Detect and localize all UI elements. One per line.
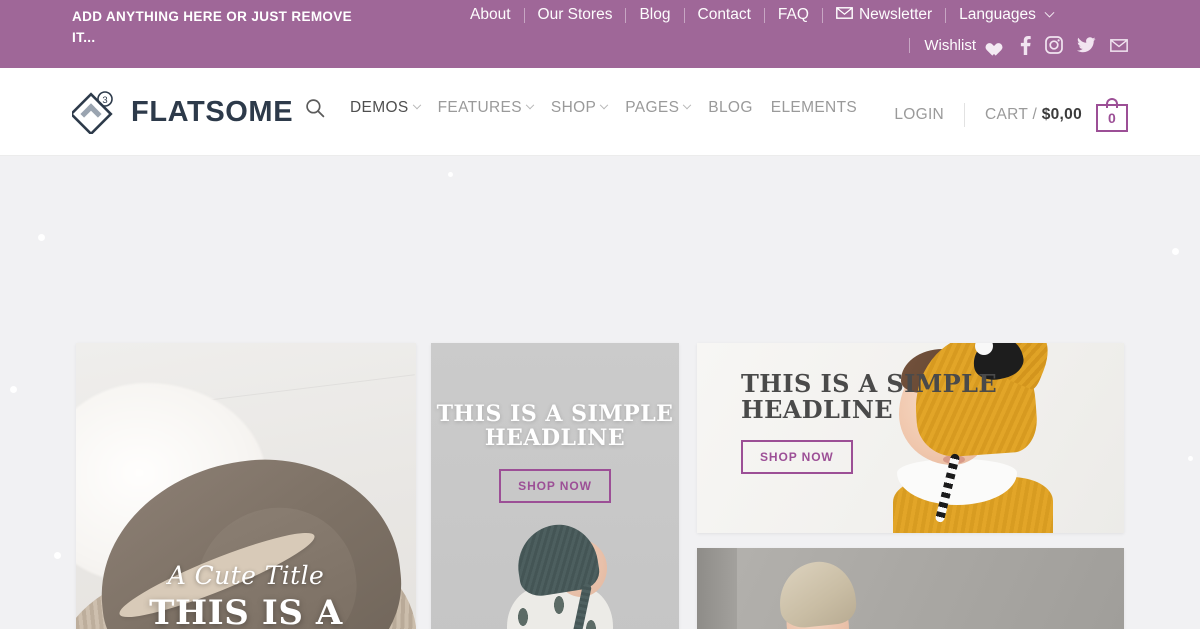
chevron-down-icon	[683, 100, 692, 110]
nav-item-shop[interactable]: SHOP	[542, 99, 616, 117]
search-icon[interactable]	[305, 98, 325, 118]
instagram-icon[interactable]	[1045, 36, 1063, 54]
top-nav-item-faq[interactable]: FAQ	[778, 6, 809, 24]
nav-divider	[523, 7, 525, 23]
top-secondary-bar: Wishlist	[909, 34, 1128, 56]
hero-top-right-headline: THIS IS A SIMPLE HEADLINE	[741, 369, 998, 425]
hero-banner-middle[interactable]: THIS IS A SIMPLE HEADLINE SHOP NOW	[431, 343, 679, 629]
cart-count-badge: 0	[1096, 104, 1128, 132]
nav-divider	[763, 7, 765, 23]
cart-link[interactable]: CART / $0,00	[985, 106, 1082, 124]
cart-amount: $0,00	[1041, 106, 1082, 123]
top-nav-item-about[interactable]: About	[470, 6, 511, 24]
hero-middle-headline: THIS IS A SIMPLE HEADLINE	[436, 401, 674, 451]
chevron-down-icon	[600, 100, 609, 110]
header-actions: LOGIN CART / $0,00 0	[894, 98, 1128, 132]
nav-label-shop: SHOP	[550, 99, 597, 116]
social-links	[1020, 35, 1128, 55]
hero-banner-top-right[interactable]: THIS IS A SIMPLE HEADLINE SHOP NOW	[697, 343, 1124, 533]
twitter-icon[interactable]	[1077, 37, 1096, 53]
hero-left-headline: THIS IS A SIMPLE HEADLINE	[149, 592, 343, 629]
site-logo[interactable]: 3 FLATSOME	[69, 90, 294, 136]
hero-top-right-shop-now-button[interactable]: SHOP NOW	[741, 439, 853, 474]
nav-item-features[interactable]: FEATURES	[429, 99, 542, 117]
promo-text: ADD ANYTHING HERE OR JUST REMOVE IT...	[72, 9, 352, 45]
cart-bag-icon[interactable]: 0	[1096, 98, 1128, 132]
top-nav-label-languages: Languages	[959, 6, 1036, 23]
logo-wordmark: FLATSOME	[131, 95, 294, 128]
top-nav-item-blog[interactable]: Blog	[639, 6, 670, 24]
top-nav-label-newsletter: Newsletter	[858, 6, 933, 23]
nav-item-demos[interactable]: DEMOS	[341, 99, 429, 117]
facebook-icon[interactable]	[1020, 35, 1031, 55]
chevron-down-icon	[1044, 7, 1055, 18]
envelope-icon	[836, 6, 853, 24]
top-nav-item-languages[interactable]: Languages	[959, 6, 1055, 24]
nav-item-pages[interactable]: PAGES	[616, 99, 699, 117]
hero-section: A Cute Title THIS IS A SIMPLE HEADLINE A…	[0, 156, 1200, 629]
cart-label: CART /	[985, 106, 1038, 123]
nav-divider	[945, 7, 947, 23]
logo-badge-number: 3	[102, 95, 107, 106]
flatsome-diamond-icon: 3	[69, 90, 118, 136]
heart-icon	[983, 38, 998, 52]
hero-banner-bottom-right[interactable]: SALE ENDS SOON 32 WEEKS 4 DAYS 20 HOURS …	[697, 548, 1124, 629]
hero-left-eyebrow: A Cute Title	[167, 560, 325, 590]
login-link[interactable]: LOGIN	[894, 106, 944, 124]
top-nav-item-our-stores[interactable]: Our Stores	[538, 6, 613, 24]
top-nav-item-newsletter[interactable]: Newsletter	[836, 6, 932, 24]
nav-divider	[683, 7, 685, 23]
nav-item-blog[interactable]: BLOG	[699, 99, 761, 117]
nav-divider	[909, 37, 911, 53]
toddler-overalls-figure	[727, 558, 907, 629]
nav-label-pages: PAGES	[625, 99, 680, 116]
wishlist-label: Wishlist	[924, 36, 976, 54]
divider	[964, 103, 966, 127]
hero-banner-left[interactable]: A Cute Title THIS IS A SIMPLE HEADLINE A…	[76, 343, 416, 629]
chevron-down-icon	[525, 100, 535, 110]
nav-divider	[821, 7, 823, 23]
hero-middle-shop-now-button[interactable]: SHOP NOW	[499, 468, 611, 503]
chevron-down-icon	[412, 100, 421, 110]
nav-divider	[625, 7, 627, 23]
nav-item-elements[interactable]: ELEMENTS	[762, 99, 866, 117]
top-nav-item-contact[interactable]: Contact	[698, 6, 751, 24]
site-header: 3 FLATSOME DEMOS FEATURES SHOP PAGES BLO…	[0, 68, 1200, 156]
top-utility-bar: ADD ANYTHING HERE OR JUST REMOVE IT... A…	[0, 0, 1200, 68]
email-icon[interactable]	[1110, 38, 1128, 52]
top-nav: About Our Stores Blog Contact FAQ Newsle…	[470, 4, 1055, 26]
toddler-figure	[479, 519, 647, 629]
wishlist-link[interactable]: Wishlist	[924, 37, 998, 54]
main-nav: DEMOS FEATURES SHOP PAGES BLOG ELEMENTS	[305, 98, 866, 118]
nav-label-demos: DEMOS	[350, 99, 409, 116]
nav-label-features: FEATURES	[437, 99, 522, 116]
